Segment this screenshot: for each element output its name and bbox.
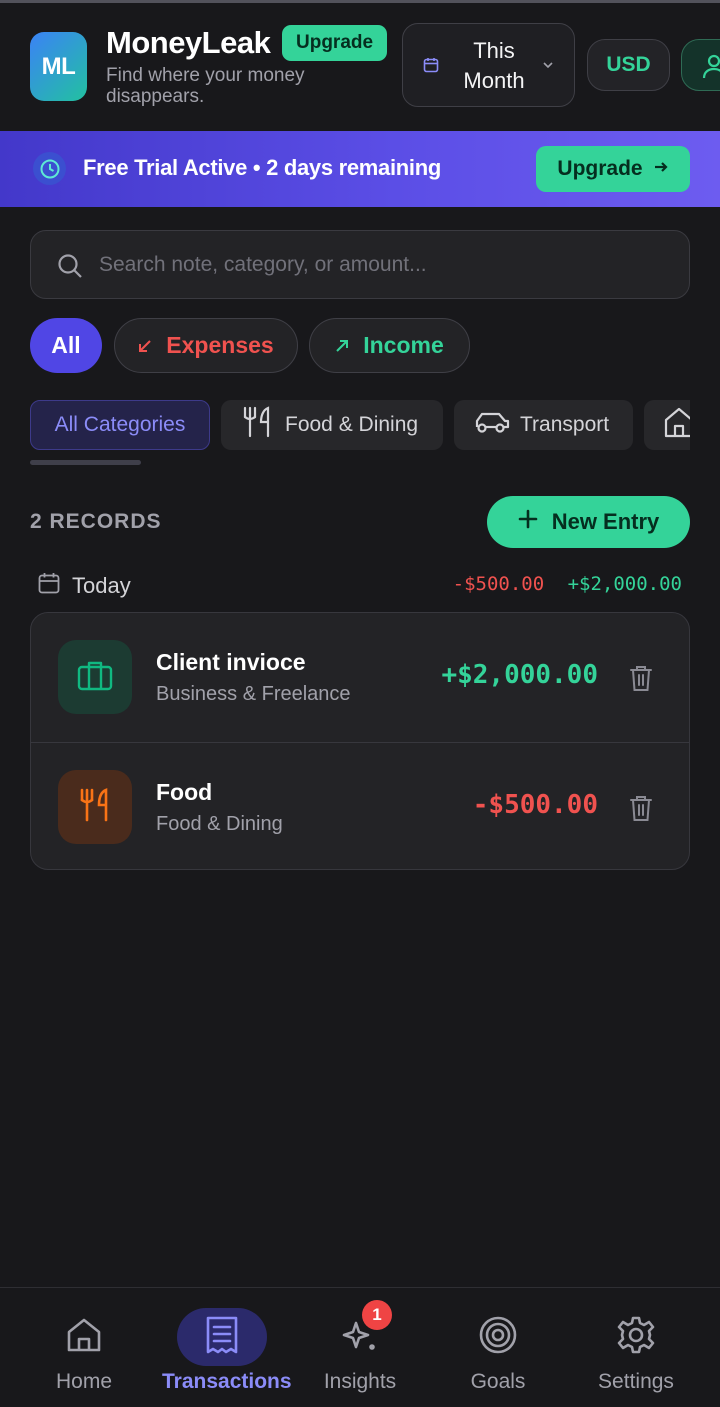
bottom-nav: Home Transactions 1 Insights Goals Setti… xyxy=(0,1287,720,1407)
nav-goals[interactable]: Goals xyxy=(438,1288,558,1407)
calendar-icon xyxy=(423,57,439,78)
nav-insights-label: Insights xyxy=(323,1370,397,1393)
period-label: This Month xyxy=(463,38,525,93)
transaction-icon xyxy=(58,770,132,844)
receipt-icon xyxy=(205,1315,239,1360)
day-group-header: Today xyxy=(38,572,131,600)
gear-icon xyxy=(616,1315,656,1360)
transaction-category: Food & Dining xyxy=(156,813,283,835)
transaction-row[interactable]: Client invioce Business & Freelance +$2,… xyxy=(31,613,689,741)
nav-home[interactable]: Home xyxy=(24,1288,144,1407)
transaction-title: Food xyxy=(156,779,213,805)
clock-icon xyxy=(33,152,66,185)
utensils-icon xyxy=(78,787,112,828)
arrow-right-icon xyxy=(653,157,669,181)
category-chips[interactable]: All Categories Food & Dining Transport xyxy=(30,400,690,452)
house-icon xyxy=(644,406,690,444)
arrow-down-left-icon xyxy=(138,332,166,359)
category-chip-all[interactable]: All Categories xyxy=(30,400,210,450)
trial-upgrade-button[interactable]: Upgrade xyxy=(536,146,690,192)
nav-goals-icon-wrap xyxy=(453,1308,543,1366)
new-entry-button[interactable]: New Entry xyxy=(487,496,690,548)
nav-transactions-icon-wrap xyxy=(177,1308,267,1366)
nav-settings-label: Settings xyxy=(598,1370,674,1393)
profile-button[interactable] xyxy=(681,39,720,91)
transactions-card: Client invioce Business & Freelance +$2,… xyxy=(30,612,690,870)
trial-upgrade-label: Upgrade xyxy=(557,157,643,180)
filter-income-label: Income xyxy=(363,332,444,358)
transaction-row[interactable]: Food Food & Dining -$500.00 xyxy=(31,742,689,869)
category-chip-transport[interactable]: Transport xyxy=(454,400,633,450)
nav-transactions[interactable]: Transactions xyxy=(162,1288,292,1407)
briefcase-icon xyxy=(77,659,113,696)
new-entry-label: New Entry xyxy=(551,509,660,534)
transaction-amount: -$500.00 xyxy=(472,790,598,820)
nav-goals-label: Goals xyxy=(470,1370,526,1393)
nav-insights[interactable]: 1 Insights xyxy=(300,1288,420,1407)
filter-all-button[interactable]: All xyxy=(30,318,102,373)
calendar-icon xyxy=(38,572,60,600)
chevron-down-icon xyxy=(541,58,555,77)
trial-banner: Free Trial Active • 2 days remaining Upg… xyxy=(0,131,720,207)
insights-badge: 1 xyxy=(362,1300,392,1330)
trash-icon[interactable] xyxy=(628,664,654,697)
app-tagline: Find where your money disappears. xyxy=(106,65,305,107)
category-chip-housing[interactable] xyxy=(644,400,690,450)
category-scrollbar[interactable] xyxy=(30,460,141,465)
transaction-amount: +$2,000.00 xyxy=(441,660,598,690)
transaction-icon xyxy=(58,640,132,714)
transaction-title: Client invioce xyxy=(156,649,306,675)
plus-icon xyxy=(518,509,538,535)
nav-settings[interactable]: Settings xyxy=(576,1288,696,1407)
category-transport-label: Transport xyxy=(520,413,610,436)
nav-transactions-label: Transactions xyxy=(162,1370,292,1393)
nav-settings-icon-wrap xyxy=(591,1308,681,1366)
currency-button[interactable]: USD xyxy=(587,39,670,91)
day-totals: -$500.00 +$2,000.00 xyxy=(453,573,682,595)
trash-icon[interactable] xyxy=(628,794,654,827)
transaction-category: Business & Freelance xyxy=(156,683,351,705)
app-logo: ML xyxy=(30,32,87,101)
utensils-icon xyxy=(221,405,285,445)
nav-home-icon-wrap xyxy=(39,1308,129,1366)
filter-expenses-label: Expenses xyxy=(166,332,274,358)
filter-expenses-button[interactable]: Expenses xyxy=(114,318,298,373)
app-header: ML MoneyLeak Upgrade Find where your mon… xyxy=(0,3,720,131)
day-label: Today xyxy=(72,573,131,598)
day-income-total: +$2,000.00 xyxy=(567,573,682,595)
filter-income-button[interactable]: Income xyxy=(309,318,470,373)
search-input[interactable] xyxy=(99,231,669,298)
upgrade-badge[interactable]: Upgrade xyxy=(282,25,388,61)
trial-status-text: Free Trial Active • 2 days remaining xyxy=(83,155,442,180)
arrow-up-right-icon xyxy=(335,332,363,359)
day-expense-total: -$500.00 xyxy=(452,573,545,595)
car-icon xyxy=(454,409,520,441)
category-food-label: Food & Dining xyxy=(285,413,419,436)
search-box xyxy=(30,230,690,299)
nav-home-label: Home xyxy=(55,1370,113,1393)
period-selector[interactable]: This Month xyxy=(402,23,575,107)
category-chip-food[interactable]: Food & Dining xyxy=(221,400,443,450)
target-icon xyxy=(478,1315,518,1360)
home-icon xyxy=(65,1316,103,1359)
app-title: MoneyLeak xyxy=(106,25,271,60)
records-count: 2 RECORDS xyxy=(30,510,162,533)
